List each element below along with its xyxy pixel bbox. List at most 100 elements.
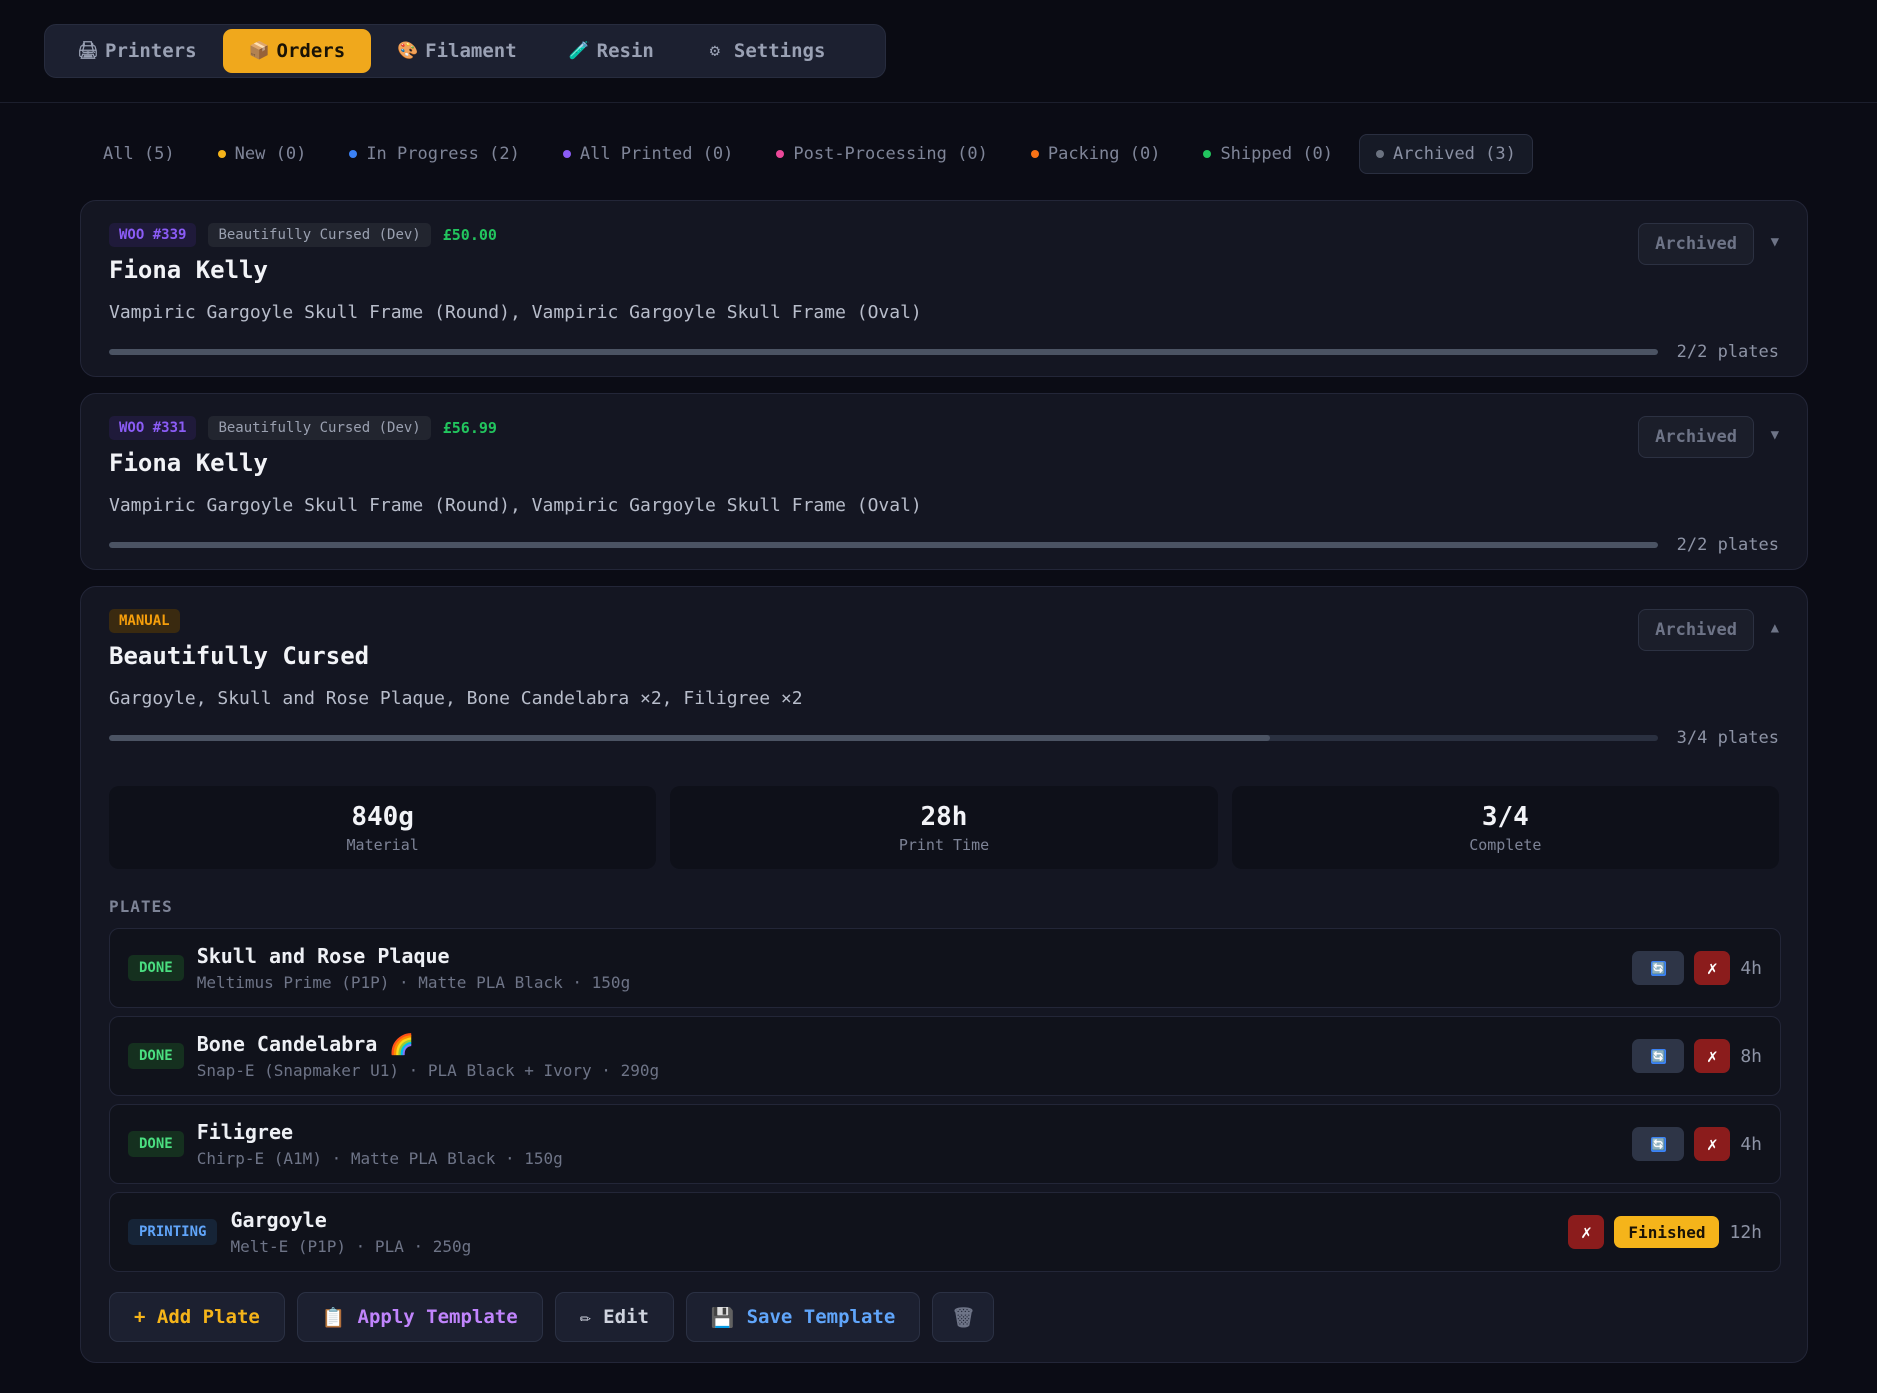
tab-label: Settings <box>733 40 826 62</box>
filter-label: Shipped (0) <box>1220 144 1334 164</box>
add-plate-button[interactable]: + Add Plate <box>109 1292 285 1342</box>
plate-name: Gargoyle <box>230 1208 327 1232</box>
tab-label: Filament <box>425 40 517 62</box>
palette-icon: 🎨 <box>397 41 419 61</box>
order-actions: + Add Plate 📋 Apply Template ✏ Edit 💾 Sa… <box>109 1292 1779 1342</box>
progress-track <box>109 735 1658 741</box>
shop-tag: Beautifully Cursed (Dev) <box>208 416 431 440</box>
filter-all[interactable]: All (5) <box>86 134 192 174</box>
status-dropdown[interactable]: Archived <box>1638 416 1754 458</box>
pencil-icon: ✏ <box>579 1306 592 1328</box>
status-dropdown[interactable]: Archived <box>1638 223 1754 265</box>
chevron-down-icon[interactable]: ▼ <box>1771 234 1779 250</box>
status-dot-icon <box>562 150 571 158</box>
reprint-button[interactable]: 🔄 <box>1632 1039 1685 1073</box>
edit-button[interactable]: ✏ Edit <box>554 1292 674 1342</box>
stat-material: 840g Material <box>109 786 657 869</box>
filter-new[interactable]: New (0) <box>201 134 324 174</box>
plate-meta: Melt-E (P1P) · PLA · 250g <box>230 1237 472 1256</box>
close-icon: ✗ <box>1706 1045 1718 1067</box>
filter-post-processing[interactable]: Post-Processing (0) <box>759 134 1004 174</box>
progress-label: 3/4 plates <box>1676 728 1779 748</box>
order-progress: 3/4 plates <box>109 726 1779 750</box>
order-items: Vampiric Gargoyle Skull Frame (Round), V… <box>109 302 922 323</box>
cancel-plate-button[interactable]: ✗ <box>1694 951 1731 985</box>
plate-row[interactable]: DONE Filigree Chirp-E (A1M) · Matte PLA … <box>109 1104 1781 1184</box>
tab-label: Printers <box>105 40 197 62</box>
mark-finished-button[interactable]: Finished <box>1614 1216 1720 1248</box>
progress-label: 2/2 plates <box>1676 342 1779 362</box>
filter-all-printed[interactable]: All Printed (0) <box>546 134 751 174</box>
plate-status-badge: DONE <box>128 1131 184 1157</box>
cancel-plate-button[interactable]: ✗ <box>1568 1215 1605 1249</box>
stat-print-time: 28h Print Time <box>670 786 1218 869</box>
progress-label: 2/2 plates <box>1676 535 1779 555</box>
progress-fill <box>109 542 1658 548</box>
tab-resin[interactable]: 🧪 Resin <box>543 29 680 73</box>
filter-label: New (0) <box>234 144 307 164</box>
filter-in-progress[interactable]: In Progress (2) <box>332 134 537 174</box>
plate-row[interactable]: PRINTING Gargoyle Melt-E (P1P) · PLA · 2… <box>109 1192 1781 1272</box>
brush-icon: 🧪 <box>568 41 590 61</box>
refresh-icon: 🔄 <box>1650 960 1666 976</box>
filter-packing[interactable]: Packing (0) <box>1014 134 1178 174</box>
filter-label: Post-Processing (0) <box>793 144 988 164</box>
manual-order-tag: MANUAL <box>109 609 180 633</box>
refresh-icon: 🔄 <box>1650 1048 1666 1064</box>
cancel-plate-button[interactable]: ✗ <box>1694 1127 1731 1161</box>
customer-name: Beautifully Cursed <box>109 642 370 670</box>
order-stats: 840g Material 28h Print Time 3/4 Complet… <box>109 786 1779 869</box>
progress-track <box>109 349 1658 355</box>
filter-label: All (5) <box>103 144 175 164</box>
order-card-expanded[interactable]: MANUAL Beautifully Cursed Gargoyle, Skul… <box>80 586 1808 1363</box>
cancel-plate-button[interactable]: ✗ <box>1694 1039 1731 1073</box>
order-items: Vampiric Gargoyle Skull Frame (Round), V… <box>109 495 922 516</box>
stat-label: Print Time <box>898 835 990 854</box>
tab-orders[interactable]: 📦 Orders <box>222 29 372 73</box>
status-dot-icon <box>349 150 358 158</box>
tab-printers[interactable]: 🖨 Printers <box>51 29 223 73</box>
status-dot-icon <box>776 150 785 158</box>
order-progress: 2/2 plates <box>109 340 1779 364</box>
plate-meta: Chirp-E (A1M) · Matte PLA Black · 150g <box>196 1149 563 1168</box>
package-icon: 📦 <box>248 41 270 61</box>
plate-status-badge: PRINTING <box>128 1219 218 1245</box>
filter-label: Archived (3) <box>1393 144 1516 164</box>
order-price: £56.99 <box>442 419 497 437</box>
shop-tag: Beautifully Cursed (Dev) <box>208 223 431 247</box>
filter-label: All Printed (0) <box>579 144 734 164</box>
order-tags: WOO #331 Beautifully Cursed (Dev) £56.99 <box>109 416 1779 440</box>
plate-row[interactable]: DONE Bone Candelabra 🌈 Snap-E (Snapmaker… <box>109 1016 1781 1096</box>
status-dropdown[interactable]: Archived <box>1638 609 1754 651</box>
reprint-button[interactable]: 🔄 <box>1632 1127 1685 1161</box>
plate-name: Filigree <box>196 1120 294 1144</box>
plate-duration: 12h <box>1729 1221 1762 1243</box>
delete-button[interactable]: 🗑 <box>932 1292 995 1342</box>
order-tags: MANUAL <box>109 609 1779 633</box>
top-bar: 🖨 Printers 📦 Orders 🎨 Filament 🧪 Resin ⚙… <box>0 0 1877 103</box>
chevron-up-icon[interactable]: ▲ <box>1771 620 1779 636</box>
order-card[interactable]: WOO #339 Beautifully Cursed (Dev) £50.00… <box>80 200 1808 377</box>
reprint-button[interactable]: 🔄 <box>1632 951 1685 985</box>
order-card[interactable]: WOO #331 Beautifully Cursed (Dev) £56.99… <box>80 393 1808 570</box>
plate-row[interactable]: DONE Skull and Rose Plaque Meltimus Prim… <box>109 928 1781 1008</box>
clipboard-icon: 📋 <box>321 1306 346 1329</box>
tab-label: Resin <box>596 40 654 62</box>
filter-shipped[interactable]: Shipped (0) <box>1186 134 1350 174</box>
order-items: Gargoyle, Skull and Rose Plaque, Bone Ca… <box>109 688 803 709</box>
tab-filament[interactable]: 🎨 Filament <box>371 29 543 73</box>
status-dot-icon <box>1376 150 1385 158</box>
plate-status-badge: DONE <box>128 955 184 981</box>
apply-template-button[interactable]: 📋 Apply Template <box>296 1292 543 1342</box>
filter-archived[interactable]: Archived (3) <box>1359 134 1533 174</box>
progress-track <box>109 542 1658 548</box>
plate-meta: Snap-E (Snapmaker U1) · PLA Black + Ivor… <box>196 1061 660 1080</box>
plate-duration: 4h <box>1740 1133 1762 1155</box>
tab-settings[interactable]: ⚙ Settings <box>680 29 852 73</box>
order-progress: 2/2 plates <box>109 533 1779 557</box>
save-template-button[interactable]: 💾 Save Template <box>685 1292 921 1342</box>
chevron-down-icon[interactable]: ▼ <box>1771 427 1779 443</box>
filter-label: In Progress (2) <box>366 144 520 164</box>
button-label: Apply Template <box>357 1306 518 1328</box>
plates-heading: PLATES <box>109 897 173 916</box>
